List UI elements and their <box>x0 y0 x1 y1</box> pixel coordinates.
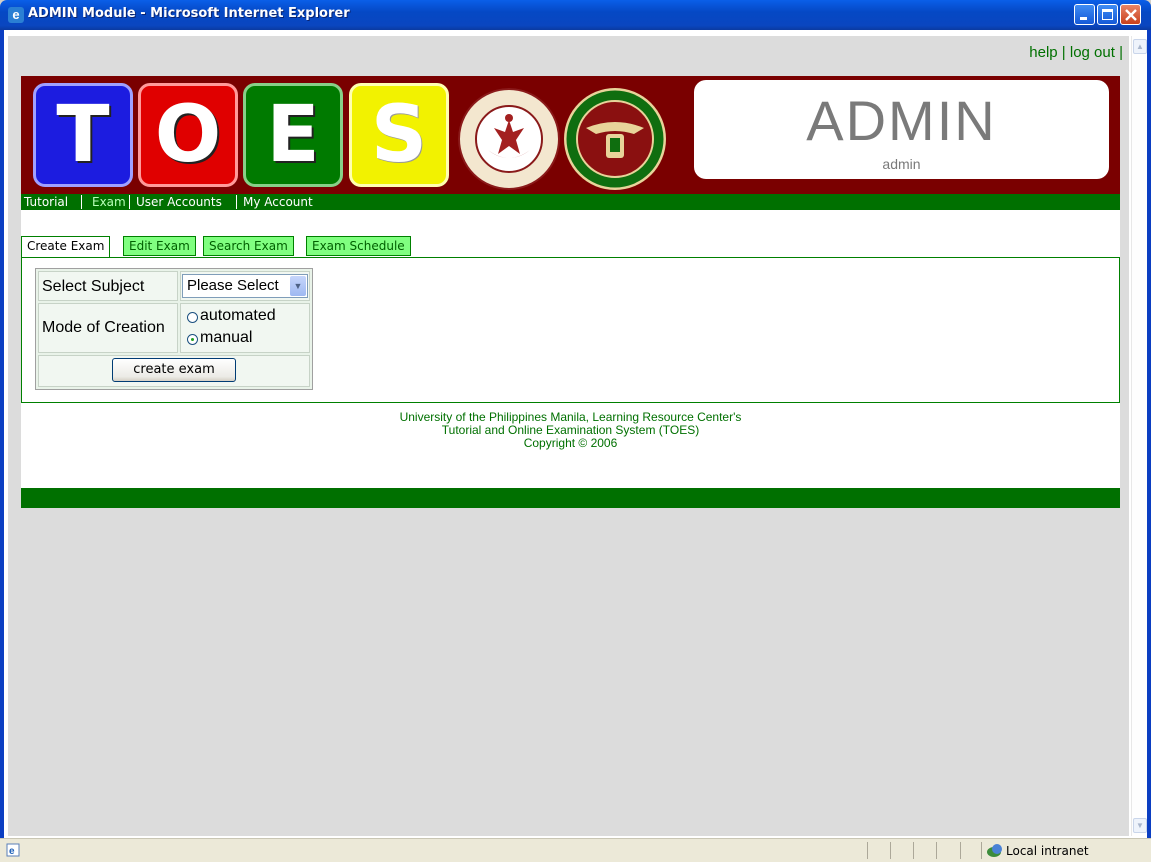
link-separator: | <box>1061 44 1066 61</box>
status-divider <box>981 842 982 859</box>
nav-user-accounts[interactable]: User Accounts <box>136 194 222 210</box>
scroll-up-icon[interactable]: ▲ <box>1133 39 1147 54</box>
tab-search-exam[interactable]: Search Exam <box>203 236 294 256</box>
nav-separator <box>236 195 237 209</box>
nav-separator <box>81 195 82 209</box>
ie-icon: e <box>8 7 24 23</box>
admin-username: admin <box>882 156 921 172</box>
logo-tile-e: E <box>243 83 343 187</box>
admin-title: ADMIN <box>806 89 997 152</box>
subject-select-value: Please Select <box>187 277 279 294</box>
subject-label-cell: Select Subject <box>38 271 178 301</box>
radio-manual-label: manual <box>200 329 253 346</box>
admin-panel: ADMIN admin <box>694 80 1109 179</box>
up-manila-seal-logo <box>564 88 666 190</box>
select-subject-label: Select Subject <box>42 278 145 295</box>
vertical-scrollbar[interactable]: ▲ ▼ <box>1131 36 1147 836</box>
logo-tile-o: O <box>138 83 238 187</box>
tab-create-exam[interactable]: Create Exam <box>21 236 111 258</box>
create-exam-button[interactable]: create exam <box>112 358 236 382</box>
tab-edit-exam[interactable]: Edit Exam <box>123 236 196 256</box>
tab-exam-schedule[interactable]: Exam Schedule <box>306 236 411 256</box>
header-banner: T O E S ADMIN admin <box>21 76 1120 194</box>
maximize-button[interactable] <box>1097 4 1118 25</box>
window-title: ADMIN Module - Microsoft Internet Explor… <box>28 6 350 21</box>
local-intranet-icon <box>987 844 1002 857</box>
mode-of-creation-label: Mode of Creation <box>42 319 165 336</box>
status-divider <box>936 842 937 859</box>
footer-line-3: Copyright © 2006 <box>523 436 618 450</box>
logo-tile-s: S <box>349 83 449 187</box>
status-divider <box>913 842 914 859</box>
radio-automated-label: automated <box>200 307 276 324</box>
radio-automated[interactable] <box>187 312 198 323</box>
status-bar: e Local intranet <box>0 838 1151 862</box>
minimize-button[interactable] <box>1074 4 1095 25</box>
nav-tutorial[interactable]: Tutorial <box>24 194 68 210</box>
security-zone-label: Local intranet <box>1006 844 1089 858</box>
status-divider <box>867 842 868 859</box>
scroll-down-icon[interactable]: ▼ <box>1133 818 1147 833</box>
lrc-seal-logo <box>458 88 560 190</box>
page-done-icon: e <box>6 843 20 857</box>
status-divider <box>890 842 891 859</box>
logo-letter: O <box>154 90 222 180</box>
chevron-down-icon[interactable]: ▼ <box>290 276 306 296</box>
logo-letter: E <box>266 90 320 180</box>
nav-exam[interactable]: Exam <box>92 194 126 210</box>
close-button[interactable] <box>1120 4 1141 25</box>
nav-separator <box>129 195 130 209</box>
top-links: help | log out | <box>1029 44 1123 61</box>
logout-link[interactable]: log out <box>1070 44 1115 61</box>
subject-select[interactable]: Please Select ▼ <box>182 274 308 298</box>
window-titlebar: e ADMIN Module - Microsoft Internet Expl… <box>0 0 1151 30</box>
help-link[interactable]: help <box>1029 44 1057 61</box>
radio-manual[interactable] <box>187 334 198 345</box>
nav-my-account[interactable]: My Account <box>243 194 313 210</box>
status-divider <box>960 842 961 859</box>
logo-letter: T <box>56 90 110 180</box>
close-icon <box>1125 9 1137 21</box>
logo-letter: S <box>370 90 428 180</box>
footer-bar <box>21 488 1120 508</box>
link-separator: | <box>1119 44 1123 61</box>
page-viewport: help | log out | T O E S ADMIN admin Tut… <box>8 36 1129 836</box>
logo-tile-t: T <box>33 83 133 187</box>
mode-label-cell: Mode of Creation <box>38 303 178 353</box>
main-nav: Tutorial Exam User Accounts My Account <box>21 194 1120 210</box>
svg-text:e: e <box>9 846 15 857</box>
